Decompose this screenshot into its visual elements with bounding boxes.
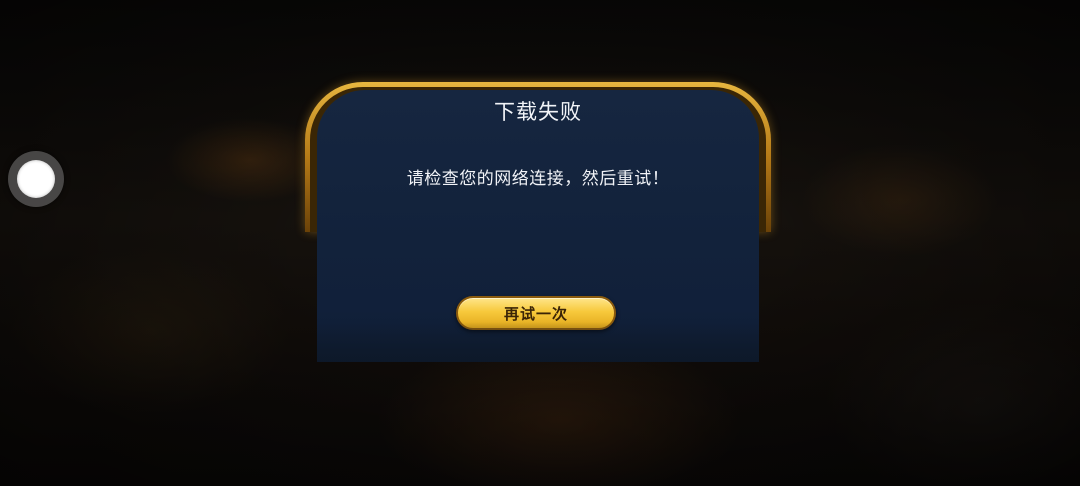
download-failed-dialog: 下载失败 请检查您的网络连接，然后重试！ 再试一次 <box>317 90 759 362</box>
assistive-touch-inner <box>17 160 55 198</box>
retry-button[interactable]: 再试一次 <box>456 296 616 330</box>
dialog-message: 请检查您的网络连接，然后重试！ <box>406 169 670 189</box>
retry-button-label: 再试一次 <box>503 304 568 323</box>
dialog-title: 下载失败 <box>494 100 582 124</box>
assistive-touch-icon[interactable] <box>8 151 64 207</box>
game-background: 下载失败 请检查您的网络连接，然后重试！ 再试一次 <box>0 0 1080 486</box>
